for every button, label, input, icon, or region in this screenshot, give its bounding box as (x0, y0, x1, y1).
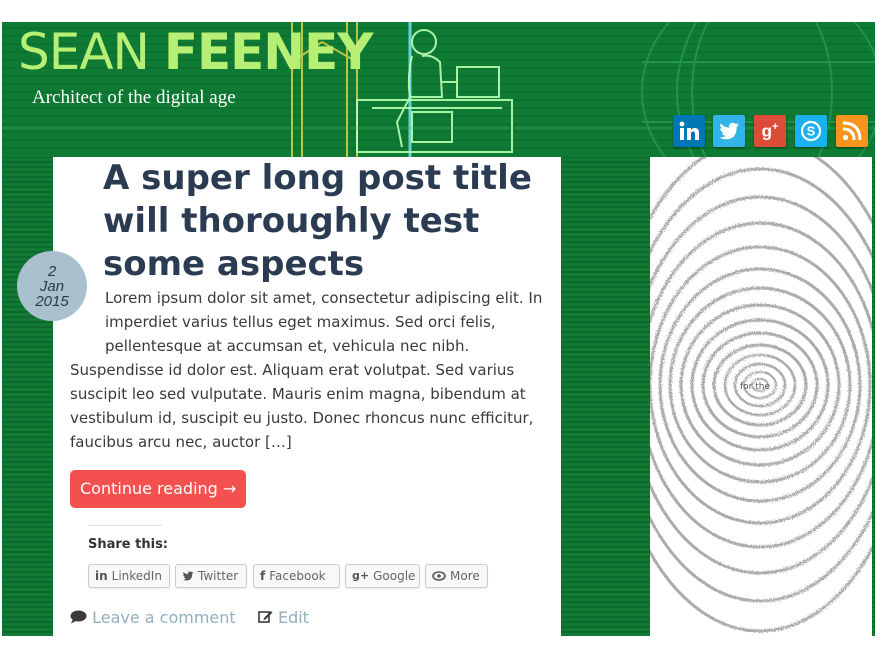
share-linkedin-button[interactable]: in LinkedIn (88, 564, 170, 588)
facebook-icon: f (260, 569, 266, 583)
rss-icon (842, 121, 862, 141)
rss-social-link[interactable] (836, 115, 868, 147)
more-icon (432, 571, 446, 581)
linkedin-icon: in (95, 569, 108, 583)
ripple-image: for the (650, 157, 872, 636)
share-google-label: Google (373, 569, 416, 583)
site-title[interactable]: SEAN FEENEY (18, 22, 374, 84)
post-excerpt: Lorem ipsum dolor sit amet, consectetur … (70, 286, 544, 454)
leave-comment-link[interactable]: Leave a comment (70, 608, 241, 627)
site-tagline: Architect of the digital age (32, 87, 236, 108)
site-header: SEAN FEENEY Architect of the digital age… (2, 22, 875, 157)
twitter-icon (719, 122, 739, 140)
share-google-button[interactable]: g+ Google (345, 564, 420, 588)
site-title-first: SEAN (18, 23, 150, 81)
leave-comment-label: Leave a comment (92, 608, 236, 627)
site-wrapper: SEAN FEENEY Architect of the digital age… (2, 22, 875, 636)
site-title-last: FEENEY (163, 23, 374, 81)
share-facebook-label: Facebook (269, 569, 326, 583)
edit-link[interactable]: Edit (258, 608, 309, 627)
ripple-center-text: for the (740, 382, 770, 392)
skype-icon: S (800, 120, 822, 142)
linkedin-icon (679, 121, 699, 140)
share-divider (88, 525, 162, 526)
comment-icon (70, 610, 87, 624)
sidebar-image-widget: for the (650, 157, 872, 636)
share-more-button[interactable]: More (425, 564, 488, 588)
svg-text:S: S (807, 124, 816, 139)
share-heading: Share this: (88, 537, 169, 552)
continue-reading-button[interactable]: Continue reading → (70, 470, 247, 508)
post-title[interactable]: A super long post title will thoroughly … (103, 157, 563, 286)
post-card: A super long post title will thoroughly … (17, 157, 563, 636)
date-day: 2 (47, 262, 57, 280)
post-excerpt-text: Lorem ipsum dolor sit amet, consectetur … (70, 289, 543, 451)
google-plus-icon: g+ (761, 120, 779, 141)
google-plus-icon: g+ (352, 569, 370, 582)
share-twitter-button[interactable]: Twitter (175, 564, 247, 588)
share-more-label: More (450, 569, 480, 583)
twitter-icon (182, 570, 194, 582)
share-linkedin-label: LinkedIn (111, 569, 162, 583)
twitter-social-link[interactable] (713, 115, 745, 147)
skype-social-link[interactable]: S (795, 115, 827, 147)
edit-icon (258, 611, 273, 623)
linkedin-social-link[interactable] (673, 115, 705, 147)
share-twitter-label: Twitter (198, 569, 239, 583)
social-icons: g+ S (673, 115, 873, 149)
post-meta: Leave a comment Edit (70, 608, 309, 627)
excerpt-indent-spacer (70, 286, 105, 358)
edit-label: Edit (277, 608, 309, 627)
google-plus-social-link[interactable]: g+ (754, 115, 786, 147)
share-facebook-button[interactable]: f Facebook (253, 564, 340, 588)
